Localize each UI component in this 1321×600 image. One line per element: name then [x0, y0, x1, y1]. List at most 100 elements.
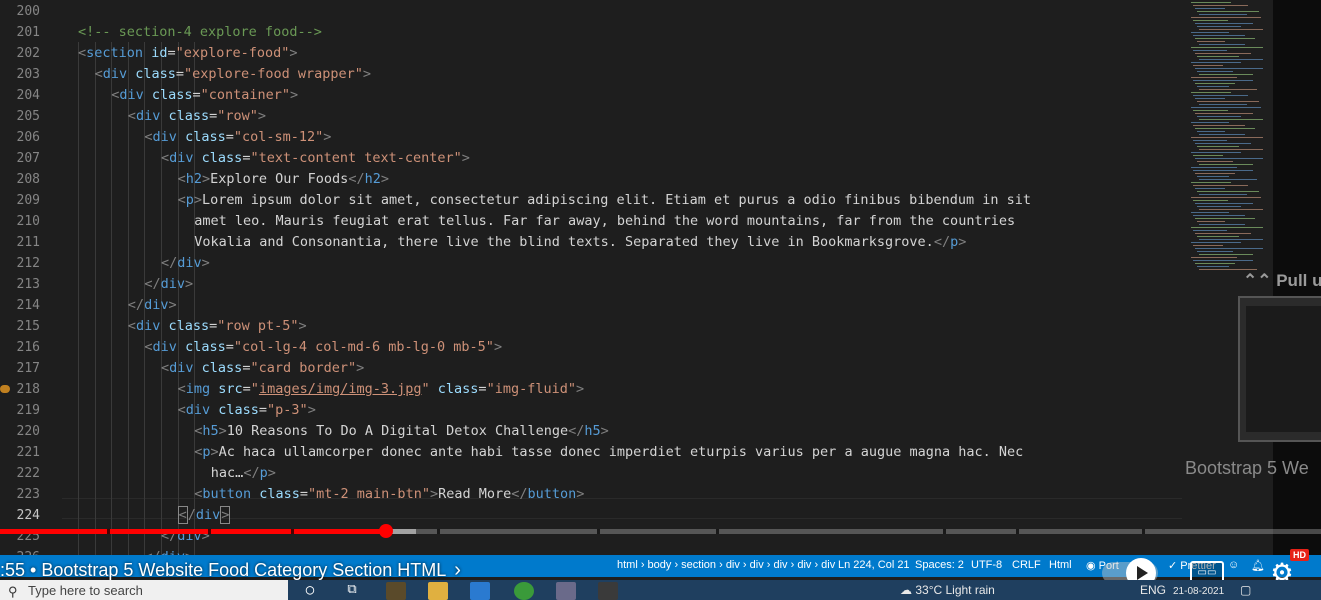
- code-token: div: [152, 129, 177, 145]
- code-token: </: [144, 276, 161, 292]
- code-token: div: [185, 402, 211, 418]
- taskbar-date[interactable]: 21-08-2021: [1173, 586, 1224, 597]
- line-number: 215: [16, 319, 40, 334]
- vscode-taskbar-icon[interactable]: [470, 582, 490, 600]
- code-token: =: [478, 381, 487, 397]
- chapter-marker: [1142, 529, 1145, 534]
- chapter-title: Bootstrap 5 Website Food Category Sectio…: [41, 560, 447, 580]
- feedback-icon[interactable]: ☺: [1228, 559, 1239, 571]
- code-text: </div>: [177, 505, 231, 526]
- code-token: class: [151, 87, 193, 103]
- code-line[interactable]: 203 <div class="explore-food wrapper">: [0, 64, 1185, 85]
- code-line[interactable]: 215 <div class="row pt-5">: [0, 316, 1185, 337]
- youtube-chapter-overlay[interactable]: :55 • Bootstrap 5 Website Food Category …: [0, 559, 461, 582]
- code-line[interactable]: 200: [0, 1, 1185, 22]
- code-token: >: [257, 108, 267, 124]
- language-indicator[interactable]: ENG: [1140, 583, 1166, 597]
- code-line[interactable]: 218 <img src="images/img/img-3.jpg" class…: [0, 379, 1185, 400]
- code-token: <: [177, 381, 186, 397]
- code-token: >: [202, 171, 211, 187]
- code-line[interactable]: 212 </div>: [0, 253, 1185, 274]
- code-token: </: [243, 465, 260, 481]
- chevron-right-icon: ›: [454, 559, 461, 581]
- file-explorer-icon[interactable]: [428, 582, 448, 600]
- code-token: >: [267, 465, 276, 481]
- code-token: src: [218, 381, 243, 397]
- status-eol[interactable]: CRLF: [1012, 559, 1041, 571]
- code-line[interactable]: 214 </div>: [0, 295, 1185, 316]
- breakpoint-icon[interactable]: [0, 385, 10, 393]
- code-token: img: [185, 381, 211, 397]
- code-line[interactable]: 219 <div class="p-3">: [0, 400, 1185, 421]
- code-line[interactable]: 223 <button class="mt-2 main-btn">Read Mo…: [0, 484, 1185, 505]
- weather-widget[interactable]: ☁ 33°C Light rain: [900, 583, 995, 597]
- notification-icon[interactable]: ▢: [1240, 583, 1251, 597]
- code-token: ": [421, 381, 430, 397]
- status-breadcrumb[interactable]: html › body › section › div › div › div …: [617, 559, 835, 571]
- minimap-line: [1197, 206, 1241, 207]
- code-line[interactable]: 201 <!-- section-4 explore food-->: [0, 22, 1185, 43]
- code-line[interactable]: 206 <div class="col-sm-12">: [0, 127, 1185, 148]
- code-token: <: [161, 150, 170, 166]
- code-line[interactable]: 209 <p>Lorem ipsum dolor sit amet, consec…: [0, 190, 1185, 211]
- code-editor[interactable]: 200 201 <!-- section-4 explore food--> 202 <…: [0, 0, 1185, 560]
- code-token: <: [177, 192, 186, 208]
- code-line[interactable]: 216 <div class="col-lg-4 col-md-6 mb-lg-0…: [0, 337, 1185, 358]
- minimap-line: [1193, 5, 1248, 6]
- code-line[interactable]: 224 </div>: [0, 505, 1185, 526]
- status-encoding[interactable]: UTF-8: [971, 559, 1002, 571]
- next-video-thumbnail[interactable]: [1238, 296, 1321, 442]
- code-line[interactable]: 207 <div class="text-content text-center"…: [0, 148, 1185, 169]
- next-video-title[interactable]: Bootstrap 5 We: [1185, 458, 1309, 479]
- cortana-icon[interactable]: ○: [300, 582, 320, 600]
- minimap-line: [1199, 224, 1245, 225]
- minimap-line: [1193, 80, 1253, 81]
- code-token: /: [187, 507, 196, 523]
- minimap-line: [1199, 254, 1253, 255]
- minimap-line: [1195, 263, 1235, 264]
- status-indentation[interactable]: Spaces: 2: [915, 559, 964, 571]
- code-line[interactable]: 220 <h5>10 Reasons To Do A Digital Detox …: [0, 421, 1185, 442]
- code-token: id: [151, 45, 168, 61]
- code-line[interactable]: 205 <div class="row">: [0, 106, 1185, 127]
- hd-badge: HD: [1290, 549, 1309, 561]
- app-icon[interactable]: [386, 582, 406, 600]
- code-token: class: [168, 318, 210, 334]
- minimap-line: [1199, 134, 1245, 135]
- taskbar-search-input[interactable]: ⚲ Type here to search: [0, 580, 288, 600]
- code-line[interactable]: 222 hac…</p>: [0, 463, 1185, 484]
- minimap-line: [1193, 215, 1245, 216]
- minimap-line: [1195, 53, 1251, 54]
- pull-up-hint[interactable]: ⌃⌃ Pull up: [1243, 271, 1321, 291]
- code-token: <: [161, 360, 170, 376]
- minimap-line: [1195, 128, 1255, 129]
- code-token: >: [307, 402, 316, 418]
- code-line[interactable]: 213 </div>: [0, 274, 1185, 295]
- code-line[interactable]: 210 amet leo. Mauris feugiat erat tellus.…: [0, 211, 1185, 232]
- minimap-line: [1195, 98, 1225, 99]
- code-line[interactable]: 211 Vokalia and Consonantia, there live t…: [0, 232, 1185, 253]
- minimap-line: [1199, 29, 1265, 30]
- status-language[interactable]: Html: [1049, 559, 1072, 571]
- minimap-line: [1197, 251, 1233, 252]
- code-line[interactable]: 204 <div class="container">: [0, 85, 1185, 106]
- minimap-line: [1195, 248, 1263, 249]
- status-cursor-position[interactable]: Ln 224, Col 21: [838, 559, 910, 571]
- line-number: 209: [16, 193, 40, 208]
- video-progress-bar[interactable]: [0, 529, 1321, 534]
- task-view-icon[interactable]: ⧉: [342, 582, 362, 600]
- code-line[interactable]: 217 <div class="card border">: [0, 358, 1185, 379]
- code-token: >: [356, 360, 365, 376]
- app-icon[interactable]: [598, 582, 618, 600]
- code-line[interactable]: 202 <section id="explore-food">: [0, 43, 1185, 64]
- chrome-icon[interactable]: [514, 582, 534, 600]
- minimap[interactable]: [1185, 0, 1273, 300]
- code-token: "container": [200, 87, 291, 103]
- code-line[interactable]: 208 <h2>Explore Our Foods</h2>: [0, 169, 1185, 190]
- code-line[interactable]: 221 <p>Ac haca ullamcorper donec ante hab…: [0, 442, 1185, 463]
- bell-icon[interactable]: 🔔︎: [1251, 559, 1265, 572]
- progress-scrubber-handle[interactable]: [379, 524, 393, 538]
- app-icon[interactable]: [556, 582, 576, 600]
